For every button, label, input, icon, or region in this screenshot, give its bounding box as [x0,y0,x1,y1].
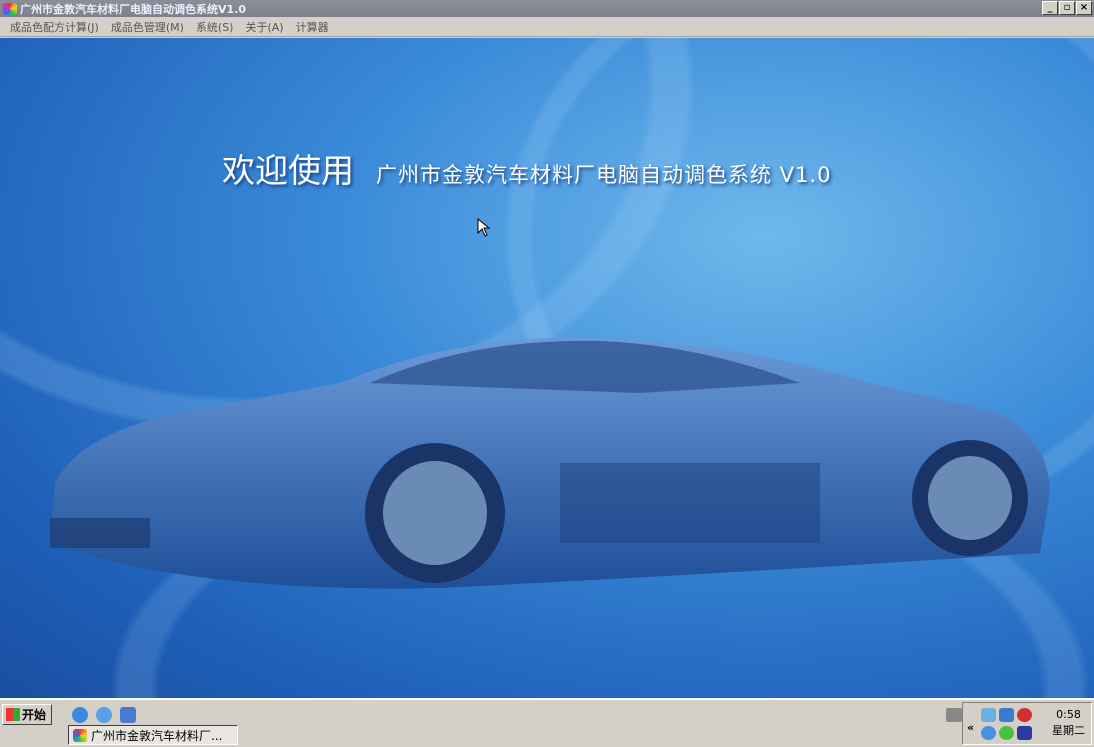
clock-day: 星期二 [1052,724,1085,737]
menu-color-manage[interactable]: 成品色管理(M) [105,19,190,35]
start-label: 开始 [22,708,47,722]
system-tray: « 0:58 星期二 [962,702,1092,745]
start-button[interactable]: 开始 [2,704,52,725]
keyboard-icon[interactable] [946,708,962,722]
tray-icon-1[interactable] [981,708,996,722]
taskbar: 开始 广州市金敦汽车材料厂... « 0:58 星期二 [0,698,1094,747]
system-name: 广州市金敦汽车材料厂电脑自动调色系统 V1.0 [376,163,832,187]
maximize-button[interactable]: ▫ [1059,1,1075,15]
tray-icon-2[interactable] [999,708,1014,722]
menu-calculator[interactable]: 计算器 [290,19,335,35]
clock-time: 0:58 [1056,708,1081,721]
tray-icon-6[interactable] [1017,726,1032,740]
menu-system[interactable]: 系统(S) [190,19,240,35]
windows-logo-icon [6,708,20,721]
tray-icon-4[interactable] [981,726,996,740]
minimize-button[interactable]: _ [1042,1,1058,15]
ie-icon[interactable] [72,707,88,723]
welcome-text: 欢迎使用 [222,151,354,190]
menu-about[interactable]: 关于(A) [239,19,289,35]
tray-icon-5[interactable] [999,726,1014,740]
clock[interactable]: 0:58 星期二 [1052,707,1085,739]
mouse-cursor-icon [477,218,491,237]
app-icon [3,2,17,15]
car-image [50,337,1050,589]
network-icon[interactable] [96,707,112,723]
taskbar-item-app[interactable]: 广州市金敦汽车材料厂... [68,725,238,745]
tray-expand-button[interactable]: « [967,721,974,734]
media-icon[interactable] [120,707,136,723]
menu-bar: 成品色配方计算(J) 成品色管理(M) 系统(S) 关于(A) 计算器 [0,17,1094,37]
qq-icon[interactable] [1017,708,1032,722]
title-bar: 广州市金敦汽车材料厂电脑自动调色系统V1.0 _ ▫ × [0,0,1094,17]
close-button[interactable]: × [1076,1,1092,15]
splash-background: 欢迎使用 广州市金敦汽车材料厂电脑自动调色系统 V1.0 [0,38,1094,698]
app-icon [73,728,87,742]
window-title: 广州市金敦汽车材料厂电脑自动调色系统V1.0 [20,2,246,16]
welcome-banner: 欢迎使用 广州市金敦汽车材料厂电脑自动调色系统 V1.0 [222,144,831,192]
task-label: 广州市金敦汽车材料厂... [91,728,223,743]
menu-formula-calc[interactable]: 成品色配方计算(J) [4,19,105,35]
